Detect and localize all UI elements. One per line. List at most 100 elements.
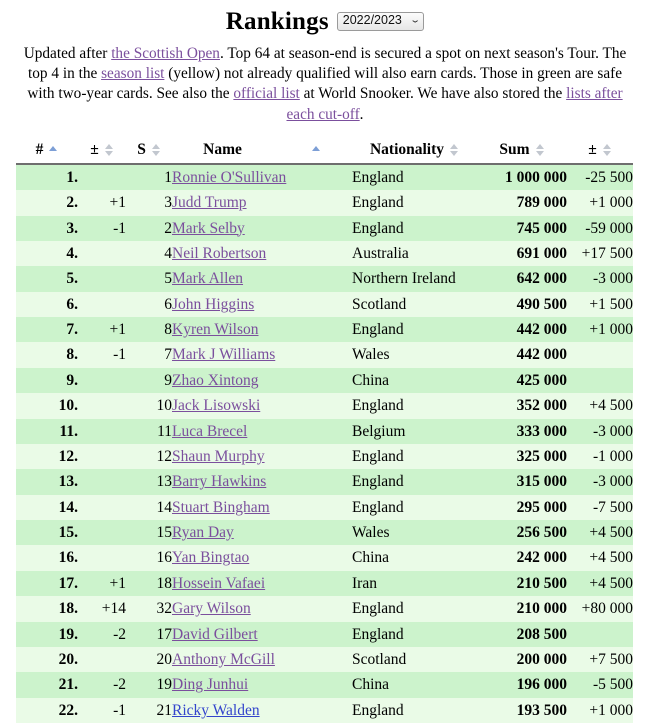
cell-name[interactable]: John Higgins (172, 291, 352, 317)
cell-name[interactable]: Mark Selby (172, 215, 352, 241)
cell-name[interactable]: Neil Robertson (172, 240, 352, 267)
cell-name[interactable]: Stuart Bingham (172, 494, 352, 520)
cell-name[interactable]: Mark Allen (172, 266, 352, 292)
cell-name[interactable]: Shaun Murphy (172, 443, 352, 470)
player-name-link[interactable]: Yan Bingtao (172, 549, 249, 566)
table-row: 20. 20 Anthony McGill Scotland 200 000 +7 500 (16, 646, 633, 673)
sort-toggle-icon[interactable] (450, 143, 459, 157)
player-name-link[interactable]: Stuart Bingham (172, 499, 270, 516)
column-header-rank[interactable]: # (16, 138, 78, 165)
cell-rank: 5. (16, 266, 78, 292)
player-name-link[interactable]: Shaun Murphy (172, 448, 265, 465)
cell-sum: 333 000 (477, 418, 567, 444)
cell-name[interactable]: Anthony McGill (172, 646, 352, 673)
cell-seed: 5 (126, 266, 172, 292)
cell-name[interactable]: Hossein Vafaei (172, 570, 352, 597)
player-name-link[interactable]: Mark Allen (172, 270, 243, 287)
cell-delta: -2 (78, 672, 126, 698)
table-header-row: # ± S Name Nationality Sum ± (16, 138, 633, 165)
cell-delta: +14 (78, 596, 126, 622)
season-list-link[interactable]: season list (101, 65, 164, 82)
player-name-link[interactable]: David Gilbert (172, 626, 258, 643)
column-header-nationality[interactable]: Nationality (352, 138, 477, 165)
cell-rank: 14. (16, 494, 78, 520)
scottish-open-link[interactable]: the Scottish Open (111, 45, 220, 62)
player-name-link[interactable]: Kyren Wilson (172, 321, 258, 338)
cell-nat: England (352, 596, 477, 622)
cell-delta (78, 443, 126, 470)
official-list-link[interactable]: official list (233, 85, 299, 102)
player-name-link[interactable]: Ryan Day (172, 524, 234, 541)
column-header-delta[interactable]: ± (78, 138, 126, 165)
cell-pm: -5 500 (567, 672, 633, 698)
player-name-link[interactable]: Ding Junhui (172, 676, 248, 693)
cell-rank: 20. (16, 646, 78, 673)
player-name-link[interactable]: Zhao Xintong (172, 372, 259, 389)
player-name-link[interactable]: Neil Robertson (172, 245, 266, 262)
cell-rank: 15. (16, 520, 78, 546)
player-name-link[interactable]: Anthony McGill (172, 651, 275, 668)
cell-rank: 2. (16, 190, 78, 216)
cell-name[interactable]: Luca Brecel (172, 418, 352, 444)
column-header-change[interactable]: ± (567, 138, 633, 165)
player-name-link[interactable]: Barry Hawkins (172, 473, 266, 490)
player-name-link[interactable]: Jack Lisowski (172, 397, 260, 414)
cell-delta: -1 (78, 697, 126, 723)
column-header-name[interactable]: Name (172, 138, 352, 165)
cell-name[interactable]: Yan Bingtao (172, 545, 352, 571)
cell-sum: 1 000 000 (477, 163, 567, 191)
player-name-link[interactable]: Mark Selby (172, 220, 245, 237)
cell-pm: -7 500 (567, 494, 633, 520)
cell-seed: 3 (126, 190, 172, 216)
player-name-link[interactable]: Judd Trump (172, 194, 247, 211)
cell-sum: 208 500 (477, 621, 567, 647)
player-name-link[interactable]: Gary Wilson (172, 600, 251, 617)
table-row: 2. +1 3 Judd Trump England 789 000 +1 000 (16, 190, 633, 216)
cell-seed: 9 (126, 367, 172, 394)
sort-toggle-icon[interactable] (602, 143, 612, 157)
cell-name[interactable]: Barry Hawkins (172, 469, 352, 495)
player-name-link[interactable]: Luca Brecel (172, 423, 247, 440)
cell-name[interactable]: Ronnie O'Sullivan (172, 163, 352, 191)
sort-toggle-icon[interactable] (104, 143, 114, 157)
cell-name[interactable]: Mark J Williams (172, 342, 352, 368)
cell-seed: 4 (126, 240, 172, 267)
cell-name[interactable]: Ricky Walden (172, 697, 352, 723)
cell-name[interactable]: Zhao Xintong (172, 367, 352, 394)
cell-nat: England (352, 215, 477, 241)
player-name-link[interactable]: Ronnie O'Sullivan (172, 169, 286, 186)
cell-sum: 442 000 (477, 342, 567, 368)
sort-ascending-icon[interactable] (311, 143, 321, 156)
cell-rank: 21. (16, 672, 78, 698)
player-name-link[interactable]: Hossein Vafaei (172, 575, 265, 592)
cell-nat: Australia (352, 240, 477, 267)
cell-nat: England (352, 469, 477, 495)
cell-delta (78, 520, 126, 546)
player-name-link[interactable]: Mark J Williams (172, 346, 275, 363)
cell-name[interactable]: Jack Lisowski (172, 393, 352, 419)
cell-name[interactable]: David Gilbert (172, 621, 352, 647)
column-header-seed[interactable]: S (126, 138, 172, 165)
sort-ascending-icon[interactable] (49, 143, 58, 156)
sort-toggle-icon[interactable] (151, 143, 161, 157)
cell-name[interactable]: Gary Wilson (172, 596, 352, 622)
cell-pm (567, 367, 633, 394)
season-select[interactable]: 2022/2023 ⌄ (336, 11, 425, 31)
column-header-sum[interactable]: Sum (477, 138, 567, 165)
cell-name[interactable]: Judd Trump (172, 190, 352, 216)
page-title: Rankings (225, 7, 329, 35)
cell-seed: 32 (126, 596, 172, 622)
cell-seed: 11 (126, 418, 172, 444)
player-name-link[interactable]: John Higgins (172, 296, 254, 313)
cell-sum: 642 000 (477, 266, 567, 292)
cell-seed: 1 (126, 163, 172, 191)
cell-name[interactable]: Ding Junhui (172, 672, 352, 698)
cell-rank: 18. (16, 596, 78, 622)
table-row: 9. 9 Zhao Xintong China 425 000 (16, 367, 633, 394)
cell-delta (78, 494, 126, 520)
player-name-link[interactable]: Ricky Walden (172, 702, 260, 719)
cell-name[interactable]: Kyren Wilson (172, 317, 352, 343)
sort-toggle-icon[interactable] (535, 143, 545, 157)
cell-nat: England (352, 190, 477, 216)
cell-name[interactable]: Ryan Day (172, 520, 352, 546)
